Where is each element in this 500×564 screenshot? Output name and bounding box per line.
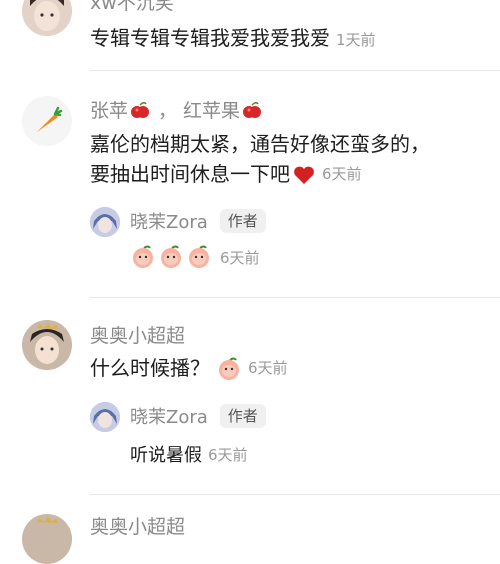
reply-author[interactable]: 晓茉Zora 作者 [130, 208, 266, 234]
divider [90, 297, 500, 298]
comment-text: 专辑专辑专辑我爱我爱我爱 1天前 [90, 22, 376, 57]
comment-author-name[interactable]: xw不沉笑 [90, 0, 174, 15]
user-avatar-icon [90, 207, 120, 237]
apple-emoji-icon [243, 101, 262, 118]
comment-author-name[interactable]: 奥奥小超超 [90, 321, 185, 348]
user-avatar-icon [22, 320, 72, 370]
reply-content: 6天前 [130, 244, 260, 270]
comment-text-line: 要抽出时间休息一下吧 6天前 [90, 158, 362, 191]
author-name-part: 张苹 [90, 100, 129, 122]
reply-time: 6天前 [220, 248, 260, 267]
avatar[interactable] [22, 320, 72, 370]
author-name-part: 红苹果 [183, 100, 241, 122]
apple-emoji-icon [131, 101, 150, 118]
reply-content: 听说暑假 6天前 [130, 441, 248, 467]
reply-author[interactable]: 晓茉Zora 作者 [130, 403, 266, 429]
comment-body: 专辑专辑专辑我爱我爱我爱 [90, 26, 330, 50]
comment-time: 1天前 [336, 31, 376, 49]
user-avatar-icon [22, 0, 72, 36]
comment-text: 什么时候播？ 6天前 [90, 352, 288, 385]
comment-author-name[interactable]: 奥奥小超超 [90, 512, 185, 539]
reply-avatar[interactable] [90, 402, 120, 432]
comment-time: 6天前 [322, 165, 362, 183]
peach-emoji-icon [133, 245, 209, 268]
reply-body: 听说暑假 [130, 445, 202, 466]
comment-body: 什么时候播？ [90, 356, 210, 380]
divider [90, 494, 500, 495]
red-heart-icon [294, 166, 314, 184]
author-badge: 作者 [219, 209, 266, 233]
carrot-icon [22, 96, 72, 146]
divider [90, 70, 500, 71]
reply-author-name: 晓茉Zora [130, 407, 208, 428]
user-avatar-icon [90, 402, 120, 432]
peach-emoji-icon [219, 357, 239, 380]
author-badge: 作者 [219, 404, 266, 428]
avatar[interactable] [22, 0, 72, 36]
comment-author-name[interactable]: 张苹 ， 红苹果 [90, 96, 262, 123]
author-name-separator: ， [158, 100, 178, 122]
reply-author-name: 晓茉Zora [130, 212, 208, 233]
comment-body: 要抽出时间休息一下吧 [90, 162, 290, 186]
comment-time: 6天前 [248, 359, 288, 377]
reply-time: 6天前 [208, 445, 248, 464]
comment-text-line: 嘉伦的档期太紧，通告好像还蛮多的， [90, 132, 430, 156]
reply-avatar[interactable] [90, 207, 120, 237]
avatar[interactable] [22, 96, 72, 146]
